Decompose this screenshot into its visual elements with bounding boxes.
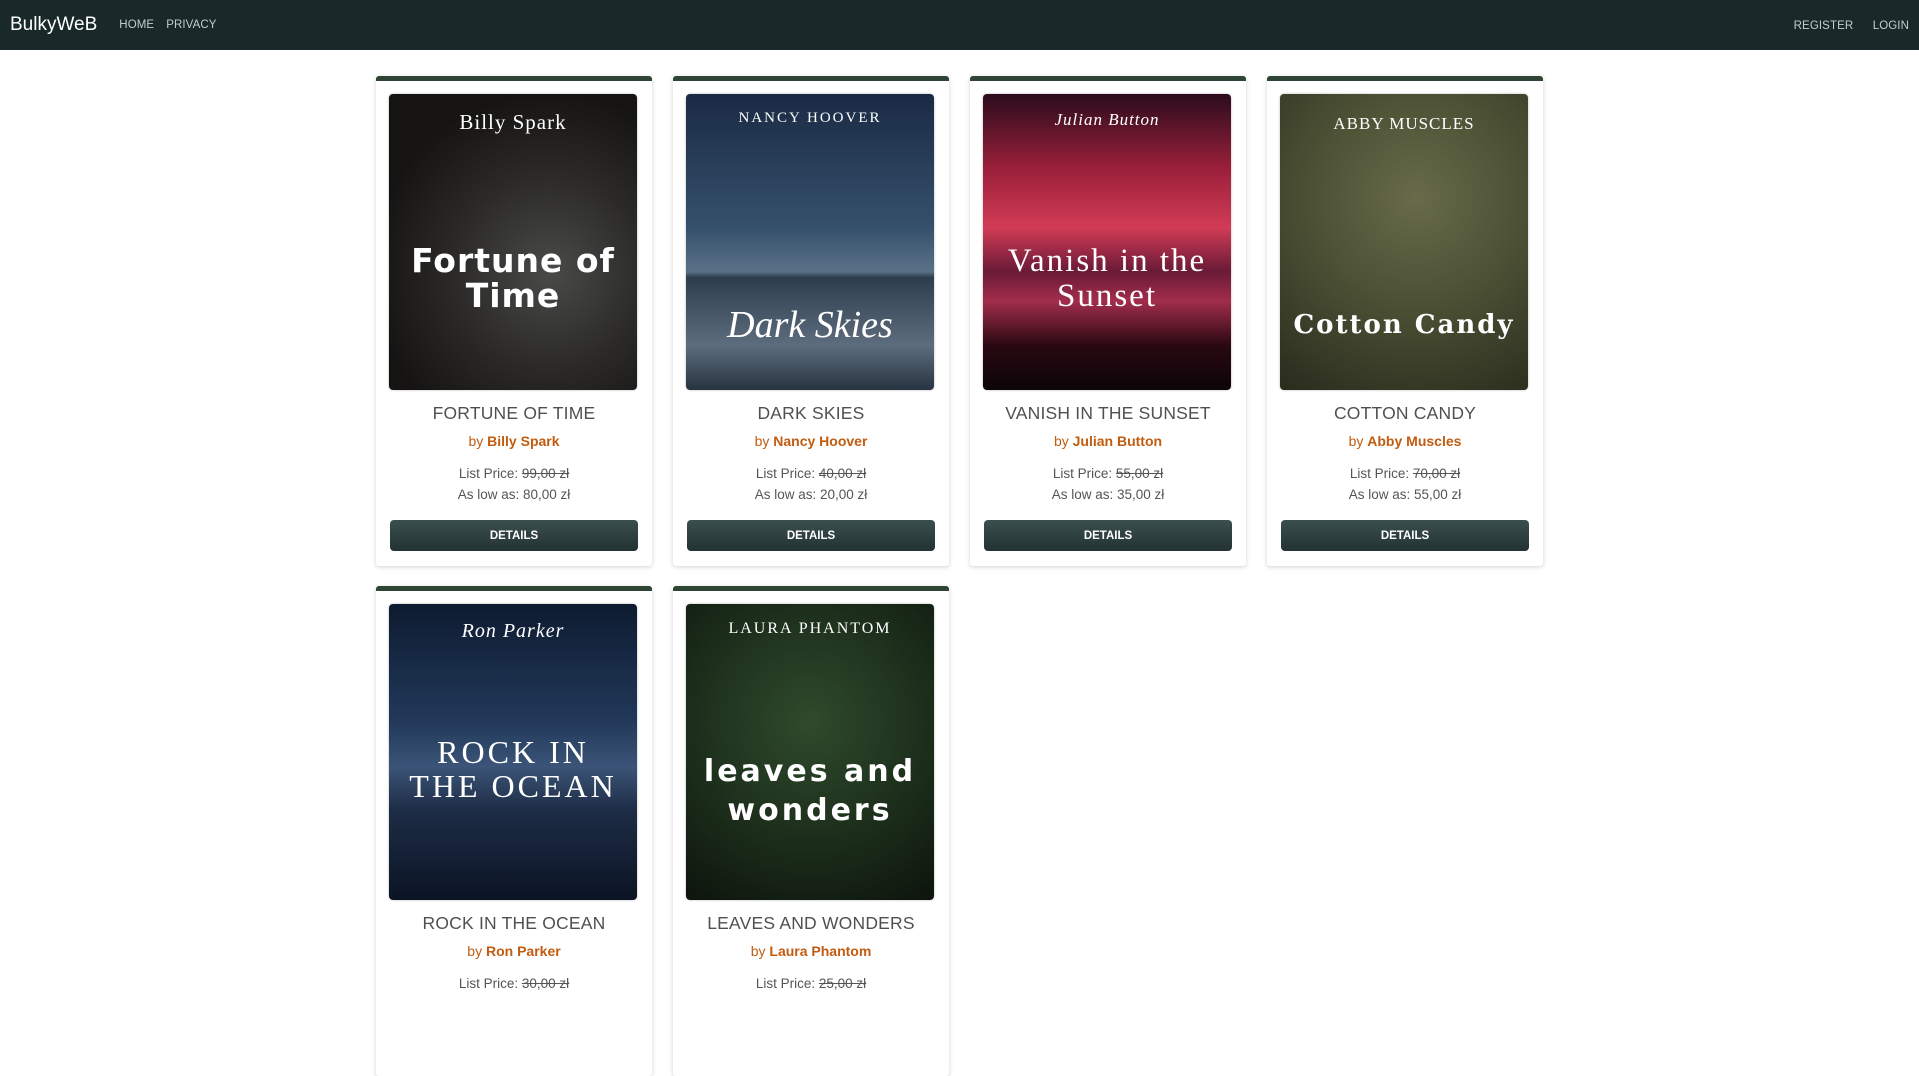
- book-title: COTTON CANDY: [1333, 403, 1477, 423]
- price-block: List Price: 55,00 zł As low as: 35,00 zł: [1051, 466, 1165, 502]
- book-cover[interactable]: LAURA PHANTOM leaves and wonders: [686, 604, 934, 900]
- low-price: 35,00 zł: [1117, 487, 1165, 502]
- cover-author-text: Billy Spark: [459, 110, 567, 134]
- cover-title-text: Vanish in the Sunset: [1007, 243, 1207, 314]
- book-cover[interactable]: Ron Parker ROCK IN THE OCEAN: [389, 604, 637, 900]
- book-card: LAURA PHANTOM leaves and wonders LEAVES …: [673, 586, 949, 1076]
- book-author: by Laura Phantom: [750, 943, 872, 959]
- list-price: 40,00 zł: [818, 466, 867, 481]
- brand-link[interactable]: BulkyWeB: [10, 14, 97, 36]
- price-block: List Price: 40,00 zł As low as: 20,00 zł: [754, 466, 868, 502]
- book-title: ROCK IN THE OCEAN: [422, 913, 606, 933]
- nav-register[interactable]: REGISTER: [1794, 20, 1854, 32]
- cover-author-text: Ron Parker: [461, 620, 565, 642]
- book-grid: Billy Spark Fortune of Time FORTUNE OF T…: [376, 76, 1543, 1076]
- book-cover[interactable]: ABBY MUSCLES Cotton Candy: [1280, 94, 1528, 390]
- cover-title-text: Fortune of Time: [411, 241, 615, 315]
- price-block: List Price: 25,00 zł: [755, 976, 867, 991]
- nav-home[interactable]: HOME: [119, 19, 154, 31]
- nav-login[interactable]: LOGIN: [1873, 20, 1909, 32]
- book-author: by Ron Parker: [467, 943, 561, 959]
- cover-author-text: LAURA PHANTOM: [728, 620, 892, 637]
- details-button[interactable]: DETAILS: [1281, 520, 1529, 551]
- book-title: FORTUNE OF TIME: [432, 403, 596, 423]
- list-price: 55,00 zł: [1115, 466, 1164, 481]
- list-price: 30,00 zł: [521, 976, 570, 991]
- list-price: 25,00 zł: [818, 976, 867, 991]
- book-author: by Abby Muscles: [1348, 433, 1462, 449]
- book-title: DARK SKIES: [757, 403, 865, 423]
- book-author: by Nancy Hoover: [754, 433, 868, 449]
- price-block: List Price: 70,00 zł As low as: 55,00 zł: [1348, 466, 1462, 502]
- book-author: by Julian Button: [1053, 433, 1163, 449]
- book-cover[interactable]: NANCY HOOVER Dark Skies: [686, 94, 934, 390]
- book-title: VANISH IN THE SUNSET: [1005, 403, 1211, 423]
- nav-privacy[interactable]: PRIVACY: [166, 19, 216, 31]
- cover-title-text: Dark Skies: [727, 304, 893, 346]
- navbar: BulkyWeB HOME PRIVACY REGISTER LOGIN: [0, 0, 1919, 50]
- book-author: by Billy Spark: [468, 433, 560, 449]
- book-card: NANCY HOOVER Dark Skies DARK SKIES by Na…: [673, 76, 949, 566]
- low-price: 55,00 zł: [1414, 487, 1462, 502]
- book-cover[interactable]: Billy Spark Fortune of Time: [389, 94, 637, 390]
- book-card: Ron Parker ROCK IN THE OCEAN ROCK IN THE…: [376, 586, 652, 1076]
- list-price: 99,00 zł: [521, 466, 570, 481]
- book-card: Julian Button Vanish in the Sunset VANIS…: [970, 76, 1246, 566]
- low-price: 20,00 zł: [820, 487, 868, 502]
- book-card: Billy Spark Fortune of Time FORTUNE OF T…: [376, 76, 652, 566]
- cover-title-text: ROCK IN THE OCEAN: [409, 734, 617, 804]
- details-button[interactable]: DETAILS: [687, 520, 935, 551]
- details-button[interactable]: DETAILS: [984, 520, 1232, 551]
- price-block: List Price: 30,00 zł: [458, 976, 570, 991]
- cover-author-text: ABBY MUSCLES: [1333, 114, 1475, 133]
- cover-title-text: leaves and wonders: [703, 754, 917, 828]
- cover-author-text: Julian Button: [1054, 110, 1160, 129]
- book-cover[interactable]: Julian Button Vanish in the Sunset: [983, 94, 1231, 390]
- book-title: LEAVES AND WONDERS: [707, 913, 915, 933]
- cover-title-text: Cotton Candy: [1293, 310, 1515, 340]
- price-block: List Price: 99,00 zł As low as: 80,00 zł: [457, 466, 571, 502]
- book-card: ABBY MUSCLES Cotton Candy COTTON CANDY b…: [1267, 76, 1543, 566]
- list-price: 70,00 zł: [1412, 466, 1461, 481]
- details-button[interactable]: DETAILS: [390, 520, 638, 551]
- low-price: 80,00 zł: [523, 487, 571, 502]
- cover-author-text: NANCY HOOVER: [738, 110, 882, 126]
